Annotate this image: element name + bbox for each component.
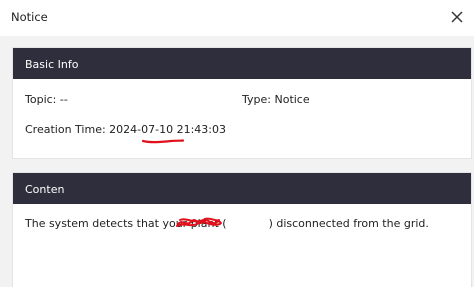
basic-info-header: Basic Info — [13, 48, 471, 79]
red-redaction-scribble — [176, 217, 222, 227]
creation-time-field: Creation Time: 2024-07-10 21:43:03 — [25, 123, 226, 136]
creation-time-label: Creation Time: — [25, 123, 106, 136]
topic-field: Topic: -- — [25, 93, 68, 106]
topic-label: Topic: — [25, 93, 57, 106]
message-after: ) disconnected from the grid. — [268, 217, 429, 230]
type-value: Notice — [274, 93, 310, 106]
type-label: Type: — [242, 93, 271, 106]
close-icon[interactable] — [449, 9, 465, 25]
basic-info-card: Basic Info Topic: -- Type: Notice Creati… — [12, 47, 472, 159]
red-underline-annotation — [141, 139, 185, 144]
redacted-plant-name — [227, 219, 269, 229]
notice-window: Notice Basic Info Topic: -- Type: Notice… — [0, 0, 474, 287]
type-field: Type: Notice — [242, 93, 310, 106]
topic-value: -- — [59, 93, 68, 106]
content-header: Conten — [13, 173, 471, 204]
window-title: Notice — [11, 10, 48, 24]
creation-time-value: 2024-07-10 21:43:03 — [109, 123, 226, 136]
content-card: Conten The system detects that your plan… — [12, 172, 472, 287]
message-text: The system detects that your plant () di… — [25, 217, 429, 230]
title-bar: Notice — [0, 0, 474, 36]
